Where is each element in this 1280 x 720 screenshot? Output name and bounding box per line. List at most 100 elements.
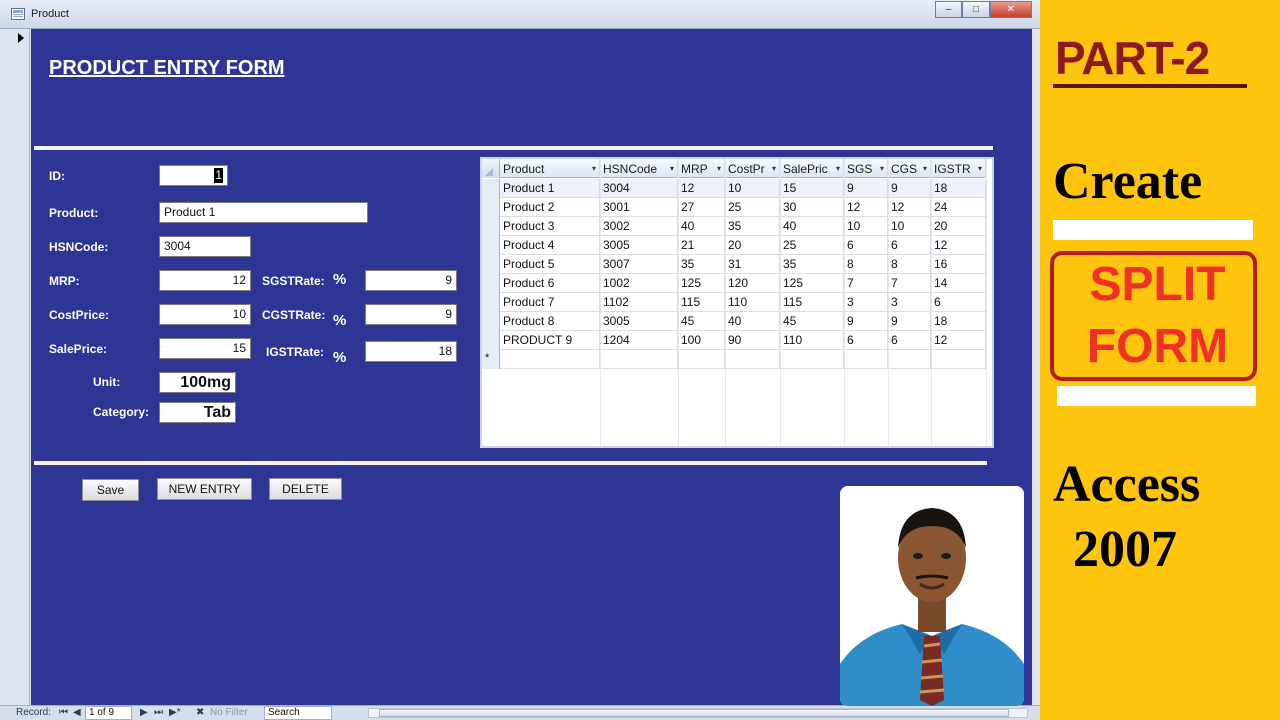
- table-cell[interactable]: 12: [931, 236, 986, 255]
- sort-dropdown-icon[interactable]: ▾: [923, 164, 927, 173]
- table-cell[interactable]: 3: [888, 293, 931, 312]
- sort-dropdown-icon[interactable]: ▾: [978, 164, 982, 173]
- column-header[interactable]: SGS ▾: [844, 159, 888, 178]
- table-row[interactable]: Product 5 3007 35 31 35 8 8 16: [482, 255, 986, 274]
- table-cell[interactable]: 18: [931, 179, 986, 198]
- table-cell[interactable]: 10: [844, 217, 888, 236]
- table-cell[interactable]: 8: [888, 255, 931, 274]
- table-row[interactable]: Product 7 1102 115 110 115 3 3 6: [482, 293, 986, 312]
- sgstrate-field[interactable]: 9: [365, 270, 457, 291]
- table-cell[interactable]: PRODUCT 9: [500, 331, 600, 350]
- table-cell[interactable]: Product 6: [500, 274, 600, 293]
- table-cell[interactable]: Product 4: [500, 236, 600, 255]
- table-cell[interactable]: 31: [725, 255, 780, 274]
- table-cell[interactable]: 115: [780, 293, 844, 312]
- table-cell[interactable]: 12: [931, 331, 986, 350]
- row-selector[interactable]: [482, 331, 500, 350]
- table-cell[interactable]: 35: [725, 217, 780, 236]
- table-cell[interactable]: 25: [725, 198, 780, 217]
- table-cell[interactable]: 20: [725, 236, 780, 255]
- sort-dropdown-icon[interactable]: ▾: [592, 164, 596, 173]
- restore-button[interactable]: □: [962, 1, 990, 18]
- sort-dropdown-icon[interactable]: ▾: [717, 164, 721, 173]
- table-cell[interactable]: [888, 350, 931, 369]
- table-cell[interactable]: 3007: [600, 255, 678, 274]
- table-cell[interactable]: 12: [844, 198, 888, 217]
- table-cell[interactable]: 110: [780, 331, 844, 350]
- row-selector[interactable]: [482, 236, 500, 255]
- delete-button[interactable]: DELETE: [269, 478, 342, 500]
- table-cell[interactable]: 9: [844, 179, 888, 198]
- table-cell[interactable]: 9: [844, 312, 888, 331]
- table-cell[interactable]: 3002: [600, 217, 678, 236]
- table-cell[interactable]: 9: [888, 179, 931, 198]
- table-row[interactable]: Product 1 3004 12 10 15 9 9 18: [482, 179, 986, 198]
- new-record-marker[interactable]: *: [482, 350, 500, 369]
- table-cell[interactable]: 110: [725, 293, 780, 312]
- column-header[interactable]: CostPr ▾: [725, 159, 780, 178]
- table-cell[interactable]: Product 1: [500, 179, 600, 198]
- row-selector[interactable]: [482, 274, 500, 293]
- table-cell[interactable]: Product 2: [500, 198, 600, 217]
- cgstrate-field[interactable]: 9: [365, 304, 457, 325]
- table-cell[interactable]: 7: [844, 274, 888, 293]
- igstrate-field[interactable]: 18: [365, 341, 457, 362]
- table-cell[interactable]: 35: [780, 255, 844, 274]
- table-cell[interactable]: 18: [931, 312, 986, 331]
- sort-dropdown-icon[interactable]: ▾: [836, 164, 840, 173]
- table-cell[interactable]: 3: [844, 293, 888, 312]
- first-record-icon[interactable]: ⏮: [59, 707, 68, 718]
- mrp-field[interactable]: 12: [159, 270, 251, 291]
- table-cell[interactable]: 90: [725, 331, 780, 350]
- new-record-row[interactable]: *: [482, 350, 986, 369]
- table-cell[interactable]: 3001: [600, 198, 678, 217]
- table-cell[interactable]: [600, 350, 678, 369]
- datasheet-view[interactable]: Product ▾ HSNCode ▾ MRP ▾ CostPr ▾ SalePric ▾ SGS ▾…: [480, 157, 994, 448]
- column-header[interactable]: Product ▾: [500, 159, 600, 178]
- column-header[interactable]: MRP ▾: [678, 159, 725, 178]
- table-cell[interactable]: 7: [888, 274, 931, 293]
- table-cell[interactable]: 1102: [600, 293, 678, 312]
- table-row[interactable]: Product 2 3001 27 25 30 12 12 24: [482, 198, 986, 217]
- table-cell[interactable]: 30: [780, 198, 844, 217]
- new-entry-button[interactable]: NEW ENTRY: [157, 478, 252, 500]
- table-cell[interactable]: 3005: [600, 312, 678, 331]
- table-cell[interactable]: 10: [725, 179, 780, 198]
- record-selector-bar[interactable]: [13, 29, 30, 705]
- row-selector[interactable]: [482, 217, 500, 236]
- table-cell[interactable]: 125: [678, 274, 725, 293]
- table-cell[interactable]: 8: [844, 255, 888, 274]
- sort-dropdown-icon[interactable]: ▾: [772, 164, 776, 173]
- table-cell[interactable]: 12: [678, 179, 725, 198]
- table-cell[interactable]: 45: [780, 312, 844, 331]
- id-field[interactable]: 1: [159, 165, 228, 186]
- table-row[interactable]: PRODUCT 9 1204 100 90 110 6 6 12: [482, 331, 986, 350]
- hsncode-field[interactable]: 3004: [159, 236, 251, 257]
- table-row[interactable]: Product 3 3002 40 35 40 10 10 20: [482, 217, 986, 236]
- row-selector[interactable]: [482, 198, 500, 217]
- table-cell[interactable]: [678, 350, 725, 369]
- table-cell[interactable]: 9: [888, 312, 931, 331]
- table-cell[interactable]: 3005: [600, 236, 678, 255]
- row-selector[interactable]: [482, 293, 500, 312]
- table-row[interactable]: Product 6 1002 125 120 125 7 7 14: [482, 274, 986, 293]
- table-cell[interactable]: 16: [931, 255, 986, 274]
- table-cell[interactable]: 6: [844, 236, 888, 255]
- table-cell[interactable]: 15: [780, 179, 844, 198]
- category-field[interactable]: Tab: [159, 402, 236, 423]
- table-cell[interactable]: 115: [678, 293, 725, 312]
- column-header[interactable]: IGSTR ▾: [931, 159, 986, 178]
- next-record-icon[interactable]: ▶: [140, 707, 148, 718]
- table-cell[interactable]: 6: [844, 331, 888, 350]
- last-record-icon[interactable]: ⏭: [154, 707, 163, 718]
- table-cell[interactable]: [844, 350, 888, 369]
- table-cell[interactable]: 100: [678, 331, 725, 350]
- table-cell[interactable]: 35: [678, 255, 725, 274]
- vertical-scrollbar[interactable]: [1032, 29, 1040, 705]
- table-cell[interactable]: Product 3: [500, 217, 600, 236]
- close-button[interactable]: ✕: [989, 1, 1032, 18]
- costprice-field[interactable]: 10: [159, 304, 251, 325]
- table-cell[interactable]: 40: [780, 217, 844, 236]
- table-cell[interactable]: Product 5: [500, 255, 600, 274]
- table-cell[interactable]: 24: [931, 198, 986, 217]
